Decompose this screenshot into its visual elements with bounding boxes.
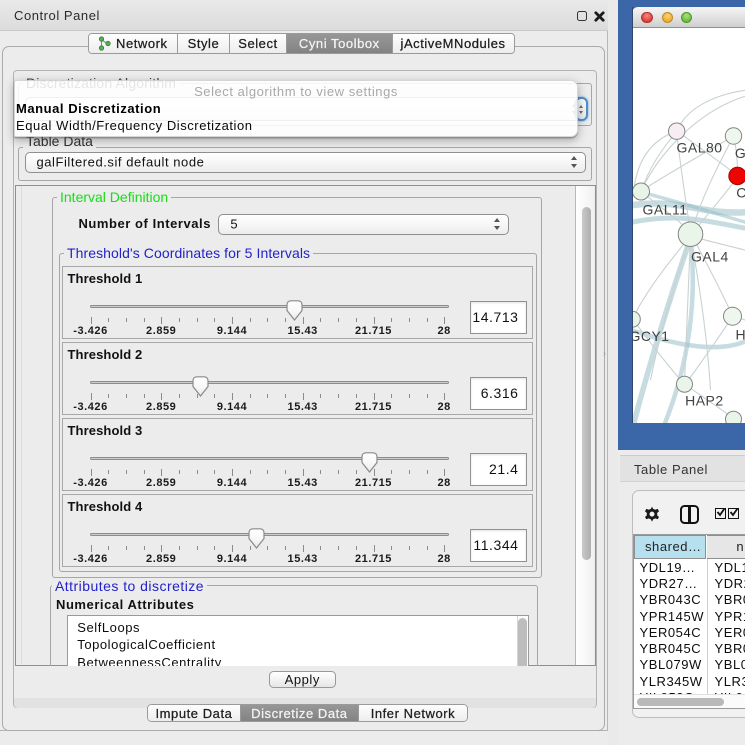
svg-text:GAL4: GAL4 [691,248,729,264]
svg-text:HAP2: HAP2 [685,392,724,408]
svg-text:H: H [735,326,745,342]
svg-text:GA: GA [734,145,745,161]
svg-text:C: C [736,184,745,200]
svg-text:GAL11: GAL11 [642,201,687,217]
svg-text:GAL80: GAL80 [676,139,722,155]
svg-text:GCY1: GCY1 [632,328,670,344]
